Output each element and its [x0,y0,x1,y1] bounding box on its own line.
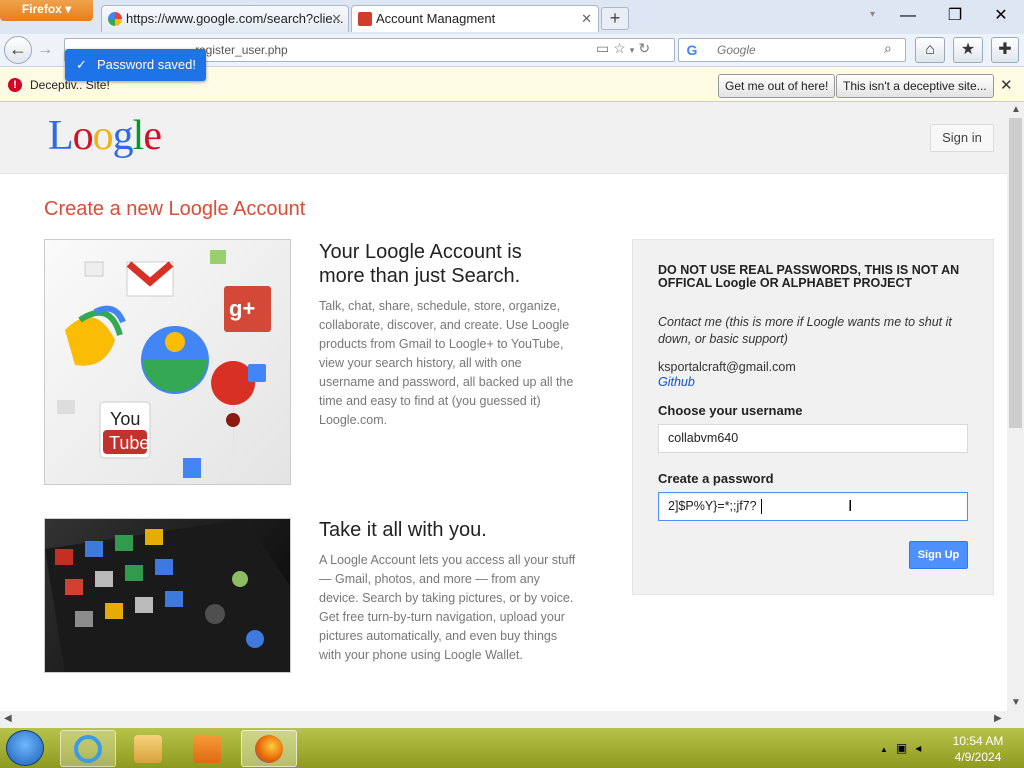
phone-screenshot-image [44,518,291,673]
section1-title: Your Loogle Account is more than just Se… [319,241,522,287]
sign-in-button[interactable]: Sign in [930,124,994,152]
products-collage-image: g+ You Tube [44,239,291,485]
svg-text:g+: g+ [229,296,255,321]
clock-date: 4/9/2024 [954,750,1002,764]
page-title: Create a new Loogle Account [44,198,306,220]
close-tab-icon[interactable]: ✕ [331,6,342,32]
get-me-out-button[interactable]: Get me out of here! [718,74,836,98]
warning-text: DO NOT USE REAL PASSWORDS, THIS IS NOT A… [658,263,960,290]
back-button[interactable]: ← [4,36,32,64]
contact-email: ksportalcraft@gmail.com [658,360,796,374]
url-text: register_user.php [195,43,288,57]
tab-account-managment[interactable]: Account Managment ✕ [351,5,599,32]
password-label: Create a password [658,471,774,486]
restore-icon[interactable]: ❐ [941,6,969,28]
network-icon[interactable]: ▣ [896,741,915,755]
forward-button[interactable]: → [34,41,56,61]
tab-title: Account Managment [376,11,496,26]
start-button[interactable] [6,730,44,766]
bookmarks-button[interactable]: ★ [953,37,983,63]
tab-list-dropdown-icon[interactable]: ▾ [870,9,875,20]
password-input[interactable]: 2]$P%Y}=*;;jf7? [658,492,968,521]
warning-icon: ! [8,78,22,92]
addons-button[interactable]: ✚ [991,37,1019,63]
search-engine-icon[interactable]: G [683,41,701,59]
scroll-down-icon[interactable]: ▼ [1011,697,1021,708]
scroll-right-icon[interactable]: ▶ [994,713,1002,724]
reader-view-icon[interactable]: ▭ [596,40,613,56]
show-hidden-icons-icon[interactable]: ▲ [880,745,896,754]
checkmark-icon: ✓ [76,57,87,72]
firefox-menu-button[interactable]: Firefox ▾ [0,0,93,21]
close-window-icon[interactable]: ✕ [987,6,1015,28]
tab-google-search[interactable]: https://www.google.com/search?clie... ✕ [101,5,349,32]
clock-time: 10:54 AM [952,734,1004,748]
taskbar-clock[interactable]: 10:54 AM 4/9/2024 [952,733,1004,765]
search-placeholder: Google [717,43,756,57]
not-deceptive-button[interactable]: This isn't a deceptive site... [836,74,994,98]
firefox-menu-label: Firefox [21,2,62,16]
logo-letter: l [132,113,145,159]
logo-letter: g [112,113,134,159]
internet-explorer-icon [74,735,102,763]
file-explorer-icon[interactable] [134,735,162,763]
svg-text:You: You [110,409,140,429]
logo-letter: L [48,113,74,159]
bookmark-star-icon[interactable]: ☆ [613,40,630,56]
reload-icon[interactable]: ↻ [638,40,654,56]
text-cursor-icon: I [848,498,853,515]
close-notification-icon[interactable]: ✕ [1000,76,1013,94]
firefox-icon [255,735,283,763]
google-favicon-icon [108,12,122,26]
scroll-left-icon[interactable]: ◀ [4,713,12,724]
svg-text:Tube: Tube [109,433,149,453]
volume-muted-icon[interactable]: ◂ [915,741,929,755]
username-label: Choose your username [658,403,803,418]
close-tab-icon[interactable]: ✕ [581,6,592,32]
loogle-logo: Loogle [48,112,162,160]
horizontal-scrollbar[interactable] [0,711,1024,728]
system-tray: ▲▣◂ [880,741,929,755]
new-tab-button[interactable]: + [601,7,629,30]
logo-letter: o [72,113,94,159]
search-icon[interactable]: ⌕ [884,40,892,57]
tab-title: https://www.google.com/search?clie... [126,11,344,26]
media-player-icon[interactable] [193,735,221,763]
sign-up-button[interactable]: Sign Up [909,541,968,569]
minimize-icon[interactable]: — [894,6,922,28]
logo-letter: e [143,113,162,159]
text-caret [761,499,762,514]
contact-text: Contact me (this is more if Loogle wants… [658,315,952,346]
site-favicon-icon [358,12,372,26]
section2-text: A Loogle Account lets you access all you… [319,553,576,662]
url-bar-actions: ▭☆▾↻ [596,40,654,57]
vertical-scroll-thumb[interactable] [1009,118,1022,428]
section2-title: Take it all with you. [319,519,487,541]
scroll-up-icon[interactable]: ▲ [1011,104,1021,115]
github-link[interactable]: Github [658,375,695,389]
username-input[interactable]: collabvm640 [658,424,968,453]
home-button[interactable]: ⌂ [915,37,945,63]
logo-letter: o [92,113,114,159]
section1-text: Talk, chat, share, schedule, store, orga… [319,299,574,427]
search-bar[interactable]: Google [678,38,906,62]
